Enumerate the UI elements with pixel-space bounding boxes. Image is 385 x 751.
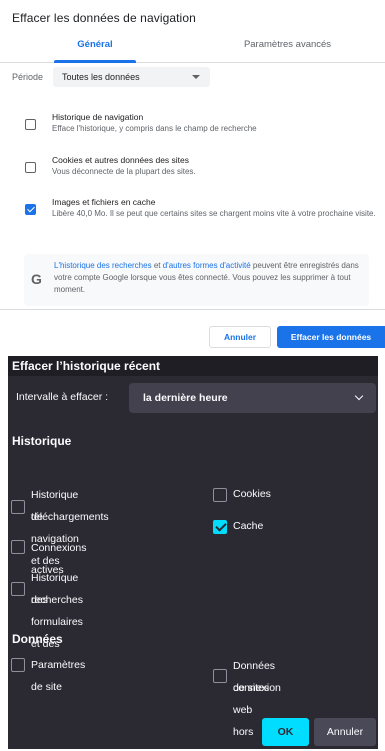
browsing-history-checkbox[interactable]: [25, 119, 36, 130]
other-activity-link[interactable]: d'autres formes d'activité: [163, 261, 251, 270]
ff-browsing-checkbox[interactable]: [11, 500, 25, 514]
cache-desc: Libère 40,0 Mo. Il se peut que certains …: [52, 209, 376, 218]
period-label: Période: [12, 72, 44, 82]
chevron-down-icon: [354, 391, 364, 401]
cookies-title: Cookies et autres données des sites: [52, 155, 190, 165]
ff-offline-checkbox[interactable]: [213, 669, 227, 683]
ff-cache-checkbox[interactable]: [213, 520, 227, 534]
ff-cookies-label: Cookies: [233, 488, 271, 500]
firefox-clear-history-dialog: Effacer l’historique récent Intervalle à…: [8, 356, 378, 749]
cache-title: Images et fichiers en cache: [52, 197, 156, 207]
ff-forms-label-2: recherches: [31, 594, 83, 606]
ff-dialog-title: Effacer l’historique récent: [8, 356, 378, 376]
tab-advanced[interactable]: Paramètres avancés: [190, 30, 385, 62]
ff-data-heading: Données: [12, 632, 63, 646]
cancel-button[interactable]: Annuler: [209, 326, 271, 348]
ff-browsing-label-2: téléchargements: [31, 511, 109, 523]
browsing-history-title: Historique de navigation: [52, 112, 144, 122]
cookies-desc: Vous déconnecte de la plupart des sites.: [52, 167, 196, 176]
cookies-checkbox[interactable]: [25, 162, 36, 173]
period-select-value: Toutes les données: [62, 72, 140, 82]
info-conjunction: et: [151, 261, 163, 270]
ff-range-select[interactable]: la dernière heure: [129, 383, 376, 413]
ff-cancel-button[interactable]: Annuler: [314, 718, 376, 746]
dialog-title: Effacer les données de navigation: [12, 11, 196, 25]
ok-button[interactable]: OK: [262, 718, 309, 746]
search-history-link[interactable]: L'historique des recherches: [54, 261, 152, 270]
chrome-clear-data-dialog: Effacer les données de navigation Généra…: [0, 0, 385, 352]
clear-data-button[interactable]: Effacer les données: [277, 326, 385, 348]
ff-cookies-checkbox[interactable]: [213, 488, 227, 502]
info-text: L'historique des recherches et d'autres …: [54, 260, 364, 296]
browsing-history-desc: Efface l'historique, y compris dans le c…: [52, 124, 257, 133]
ff-forms-checkbox[interactable]: [11, 582, 25, 596]
tab-general[interactable]: Général: [0, 30, 190, 63]
ff-history-heading: Historique: [12, 434, 72, 448]
google-g-icon: G: [31, 271, 42, 287]
ff-range-value: la dernière heure: [143, 392, 228, 404]
tab-bar: Général Paramètres avancés: [0, 30, 385, 63]
google-activity-info: G L'historique des recherches et d'autre…: [24, 254, 369, 306]
divider: [0, 309, 385, 310]
ff-site-settings-checkbox[interactable]: [11, 658, 25, 672]
dropdown-arrow-icon: [192, 75, 201, 79]
ff-range-label: Intervalle à effacer :: [16, 391, 109, 403]
ff-cache-label: Cache: [233, 520, 264, 532]
period-select[interactable]: Toutes les données: [53, 67, 211, 87]
ff-active-logins-checkbox[interactable]: [11, 540, 25, 554]
ff-site-settings-label: Paramètres de site: [31, 659, 86, 693]
ff-offline-label-2: connexion: [233, 682, 281, 694]
cache-checkbox[interactable]: [25, 204, 36, 215]
period-row: Période Toutes les données: [12, 67, 211, 87]
